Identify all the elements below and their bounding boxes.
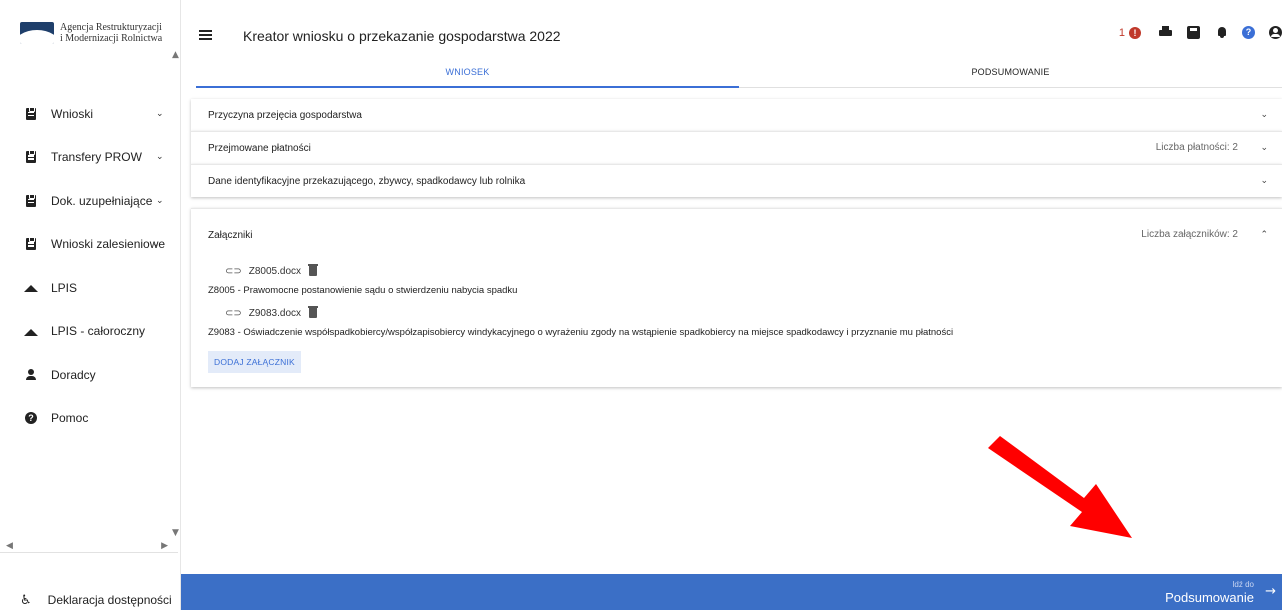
account-icon[interactable] bbox=[1269, 26, 1282, 39]
payments-count: Liczba płatności: 2 bbox=[1155, 142, 1238, 153]
chevron-down-icon[interactable]: ⌄ bbox=[1260, 165, 1268, 197]
attachments-list: ⊂⊃ Z8005.docx Z8005 - Prawomocne postano… bbox=[191, 261, 1282, 387]
logo-line-1: Agencja Restrukturyzacji bbox=[60, 22, 162, 33]
sidebar-item-label: Transfery PROW bbox=[51, 150, 142, 165]
panel-zalaczniki: Załączniki Liczba załączników: 2 ⌃ ⊂⊃ Z8… bbox=[191, 208, 1282, 387]
tab-podsumowanie[interactable]: PODSUMOWANIE bbox=[739, 58, 1282, 87]
app-root: Agencja Restrukturyzacji i Modernizacji … bbox=[0, 0, 1282, 610]
panel-title: Przejmowane płatności bbox=[208, 142, 311, 154]
alert-count: 1 bbox=[1118, 26, 1125, 39]
help-icon[interactable]: ? bbox=[1242, 26, 1255, 39]
accessibility-declaration-link[interactable]: ♿ Deklaracja dostępności bbox=[0, 590, 180, 610]
panel-header[interactable]: Przyczyna przejęcia gospodarstwa ⌄ bbox=[191, 99, 1282, 131]
arrow-right-icon[interactable]: → bbox=[1265, 584, 1276, 599]
chevron-down-icon[interactable]: ⌄ bbox=[156, 109, 164, 119]
sidebar-item-dok-uzupelniajace[interactable]: Dok. uzupełniające ⌄ bbox=[0, 179, 170, 223]
panel-header[interactable]: Przejmowane płatności Liczba płatności: … bbox=[191, 132, 1282, 164]
attachment-filename[interactable]: Z8005.docx bbox=[249, 266, 301, 277]
sidebar-item-label: Wnioski zalesieniowe bbox=[51, 237, 166, 252]
footer-bar: Idź do Podsumowanie → bbox=[181, 574, 1282, 610]
add-attachment-button[interactable]: DODAJ ZAŁĄCZNIK bbox=[208, 351, 301, 373]
help-icon: ? bbox=[25, 412, 37, 425]
panel-przyczyna[interactable]: Przyczyna przejęcia gospodarstwa ⌄ bbox=[191, 99, 1282, 131]
logo-line-2: i Modernizacji Rolnictwa bbox=[60, 33, 163, 44]
panel-platnosci[interactable]: Przejmowane płatności Liczba płatności: … bbox=[191, 131, 1282, 164]
chevron-down-icon[interactable]: ⌄ bbox=[1260, 132, 1268, 164]
annotation-arrow-icon bbox=[988, 436, 1132, 538]
scroll-right-icon[interactable]: ▶ bbox=[161, 541, 168, 551]
accessibility-label: Deklaracja dostępności bbox=[47, 593, 172, 607]
attachment-filename[interactable]: Z9083.docx bbox=[249, 308, 301, 319]
header-actions: 1 ! ? bbox=[1119, 26, 1282, 39]
sidebar-nav: Wnioski ⌄ Transfery PROW ⌄ Dok. uzupełni… bbox=[0, 92, 170, 440]
logo-mark-icon bbox=[20, 22, 54, 44]
sidebar-item-label: LPIS - całoroczny bbox=[51, 324, 146, 339]
page-title: Kreator wniosku o przekazanie gospodarst… bbox=[243, 28, 561, 44]
sidebar: Agencja Restrukturyzacji i Modernizacji … bbox=[0, 0, 181, 610]
sidebar-item-wnioski[interactable]: Wnioski ⌄ bbox=[0, 92, 170, 136]
goto-target: Podsumowanie bbox=[1165, 590, 1254, 605]
chevron-down-icon[interactable]: ⌄ bbox=[152, 239, 160, 249]
document-icon bbox=[25, 150, 37, 164]
chevron-down-icon[interactable]: ⌄ bbox=[1260, 99, 1268, 131]
goto-label: Idź do bbox=[1232, 580, 1254, 589]
sidebar-scroll-up-icon[interactable]: ▲ bbox=[172, 50, 179, 60]
document-icon bbox=[25, 237, 37, 251]
notification-bell-icon[interactable] bbox=[1217, 27, 1227, 38]
sidebar-item-doradcy[interactable]: Doradcy bbox=[0, 353, 170, 397]
sidebar-horizontal-scrollbar[interactable]: ◀ ▶ bbox=[6, 540, 168, 552]
attachments-count: Liczba załączników: 2 bbox=[1141, 229, 1238, 240]
sidebar-item-pomoc[interactable]: ? Pomoc bbox=[0, 397, 170, 441]
panel-title: Załączniki bbox=[208, 229, 253, 241]
attachment-description: Z9083 - Oświadczenie współspadkobiercy/w… bbox=[208, 327, 954, 338]
save-icon[interactable] bbox=[1187, 26, 1200, 39]
sidebar-item-transfery-prow[interactable]: Transfery PROW ⌄ bbox=[0, 136, 170, 180]
accessibility-icon: ♿ bbox=[20, 592, 32, 608]
sidebar-item-lpis[interactable]: LPIS bbox=[0, 266, 170, 310]
person-icon bbox=[25, 368, 37, 381]
panel-header[interactable]: Dane identyfikacyjne przekazującego, zby… bbox=[191, 165, 1282, 197]
chevron-down-icon[interactable]: ⌄ bbox=[156, 152, 164, 162]
delete-icon[interactable] bbox=[308, 306, 319, 318]
panel-title: Przyczyna przejęcia gospodarstwa bbox=[208, 109, 362, 121]
sidebar-item-label: Wnioski bbox=[51, 106, 94, 121]
main-content: Przyczyna przejęcia gospodarstwa ⌄ Przej… bbox=[191, 99, 1282, 387]
sidebar-item-label: Doradcy bbox=[51, 367, 96, 382]
panel-title: Dane identyfikacyjne przekazującego, zby… bbox=[208, 175, 526, 187]
chevron-up-icon[interactable]: ⌃ bbox=[1260, 209, 1268, 261]
sidebar-scroll-down-icon[interactable]: ▼ bbox=[172, 528, 179, 538]
logo-text: Agencja Restrukturyzacji i Modernizacji … bbox=[60, 22, 162, 44]
print-icon[interactable] bbox=[1159, 26, 1172, 39]
panel-dane-identyfikacyjne[interactable]: Dane identyfikacyjne przekazującego, zby… bbox=[191, 164, 1282, 197]
agency-logo[interactable]: Agencja Restrukturyzacji i Modernizacji … bbox=[20, 22, 162, 44]
paperclip-icon: ⊂⊃ bbox=[225, 307, 242, 319]
tab-wniosek[interactable]: WNIOSEK bbox=[196, 58, 739, 88]
goto-summary-button[interactable]: Idź do Podsumowanie bbox=[1165, 580, 1254, 606]
paperclip-icon: ⊂⊃ bbox=[225, 265, 242, 277]
chevron-down-icon[interactable]: ⌄ bbox=[156, 196, 164, 206]
document-icon bbox=[25, 193, 37, 207]
terrain-icon bbox=[24, 282, 38, 294]
app-header: Kreator wniosku o przekazanie gospodarst… bbox=[181, 0, 1282, 90]
sidebar-item-label: Dok. uzupełniające bbox=[51, 193, 153, 208]
scroll-left-icon[interactable]: ◀ bbox=[6, 541, 13, 551]
sidebar-item-lpis-caloroczny[interactable]: LPIS - całoroczny bbox=[0, 310, 170, 354]
attachment-file: ⊂⊃ Z9083.docx bbox=[208, 303, 1265, 323]
attachment-file: ⊂⊃ Z8005.docx bbox=[208, 261, 1265, 281]
attachment-description: Z8005 - Prawomocne postanowienie sądu o … bbox=[208, 285, 518, 296]
sidebar-item-label: Pomoc bbox=[51, 411, 89, 426]
scrollbar-track bbox=[0, 552, 178, 553]
document-icon bbox=[25, 106, 37, 120]
delete-icon[interactable] bbox=[308, 264, 319, 276]
sidebar-item-wnioski-zalesieniowe[interactable]: Wnioski zalesieniowe ⌄ bbox=[0, 223, 170, 267]
tab-bar: WNIOSEK PODSUMOWANIE bbox=[196, 58, 1282, 88]
terrain-icon bbox=[24, 325, 38, 337]
menu-icon[interactable] bbox=[199, 30, 212, 40]
sidebar-item-label: LPIS bbox=[51, 280, 78, 295]
alert-icon[interactable]: ! bbox=[1129, 26, 1141, 39]
panel-header[interactable]: Załączniki Liczba załączników: 2 ⌃ bbox=[191, 209, 1282, 261]
